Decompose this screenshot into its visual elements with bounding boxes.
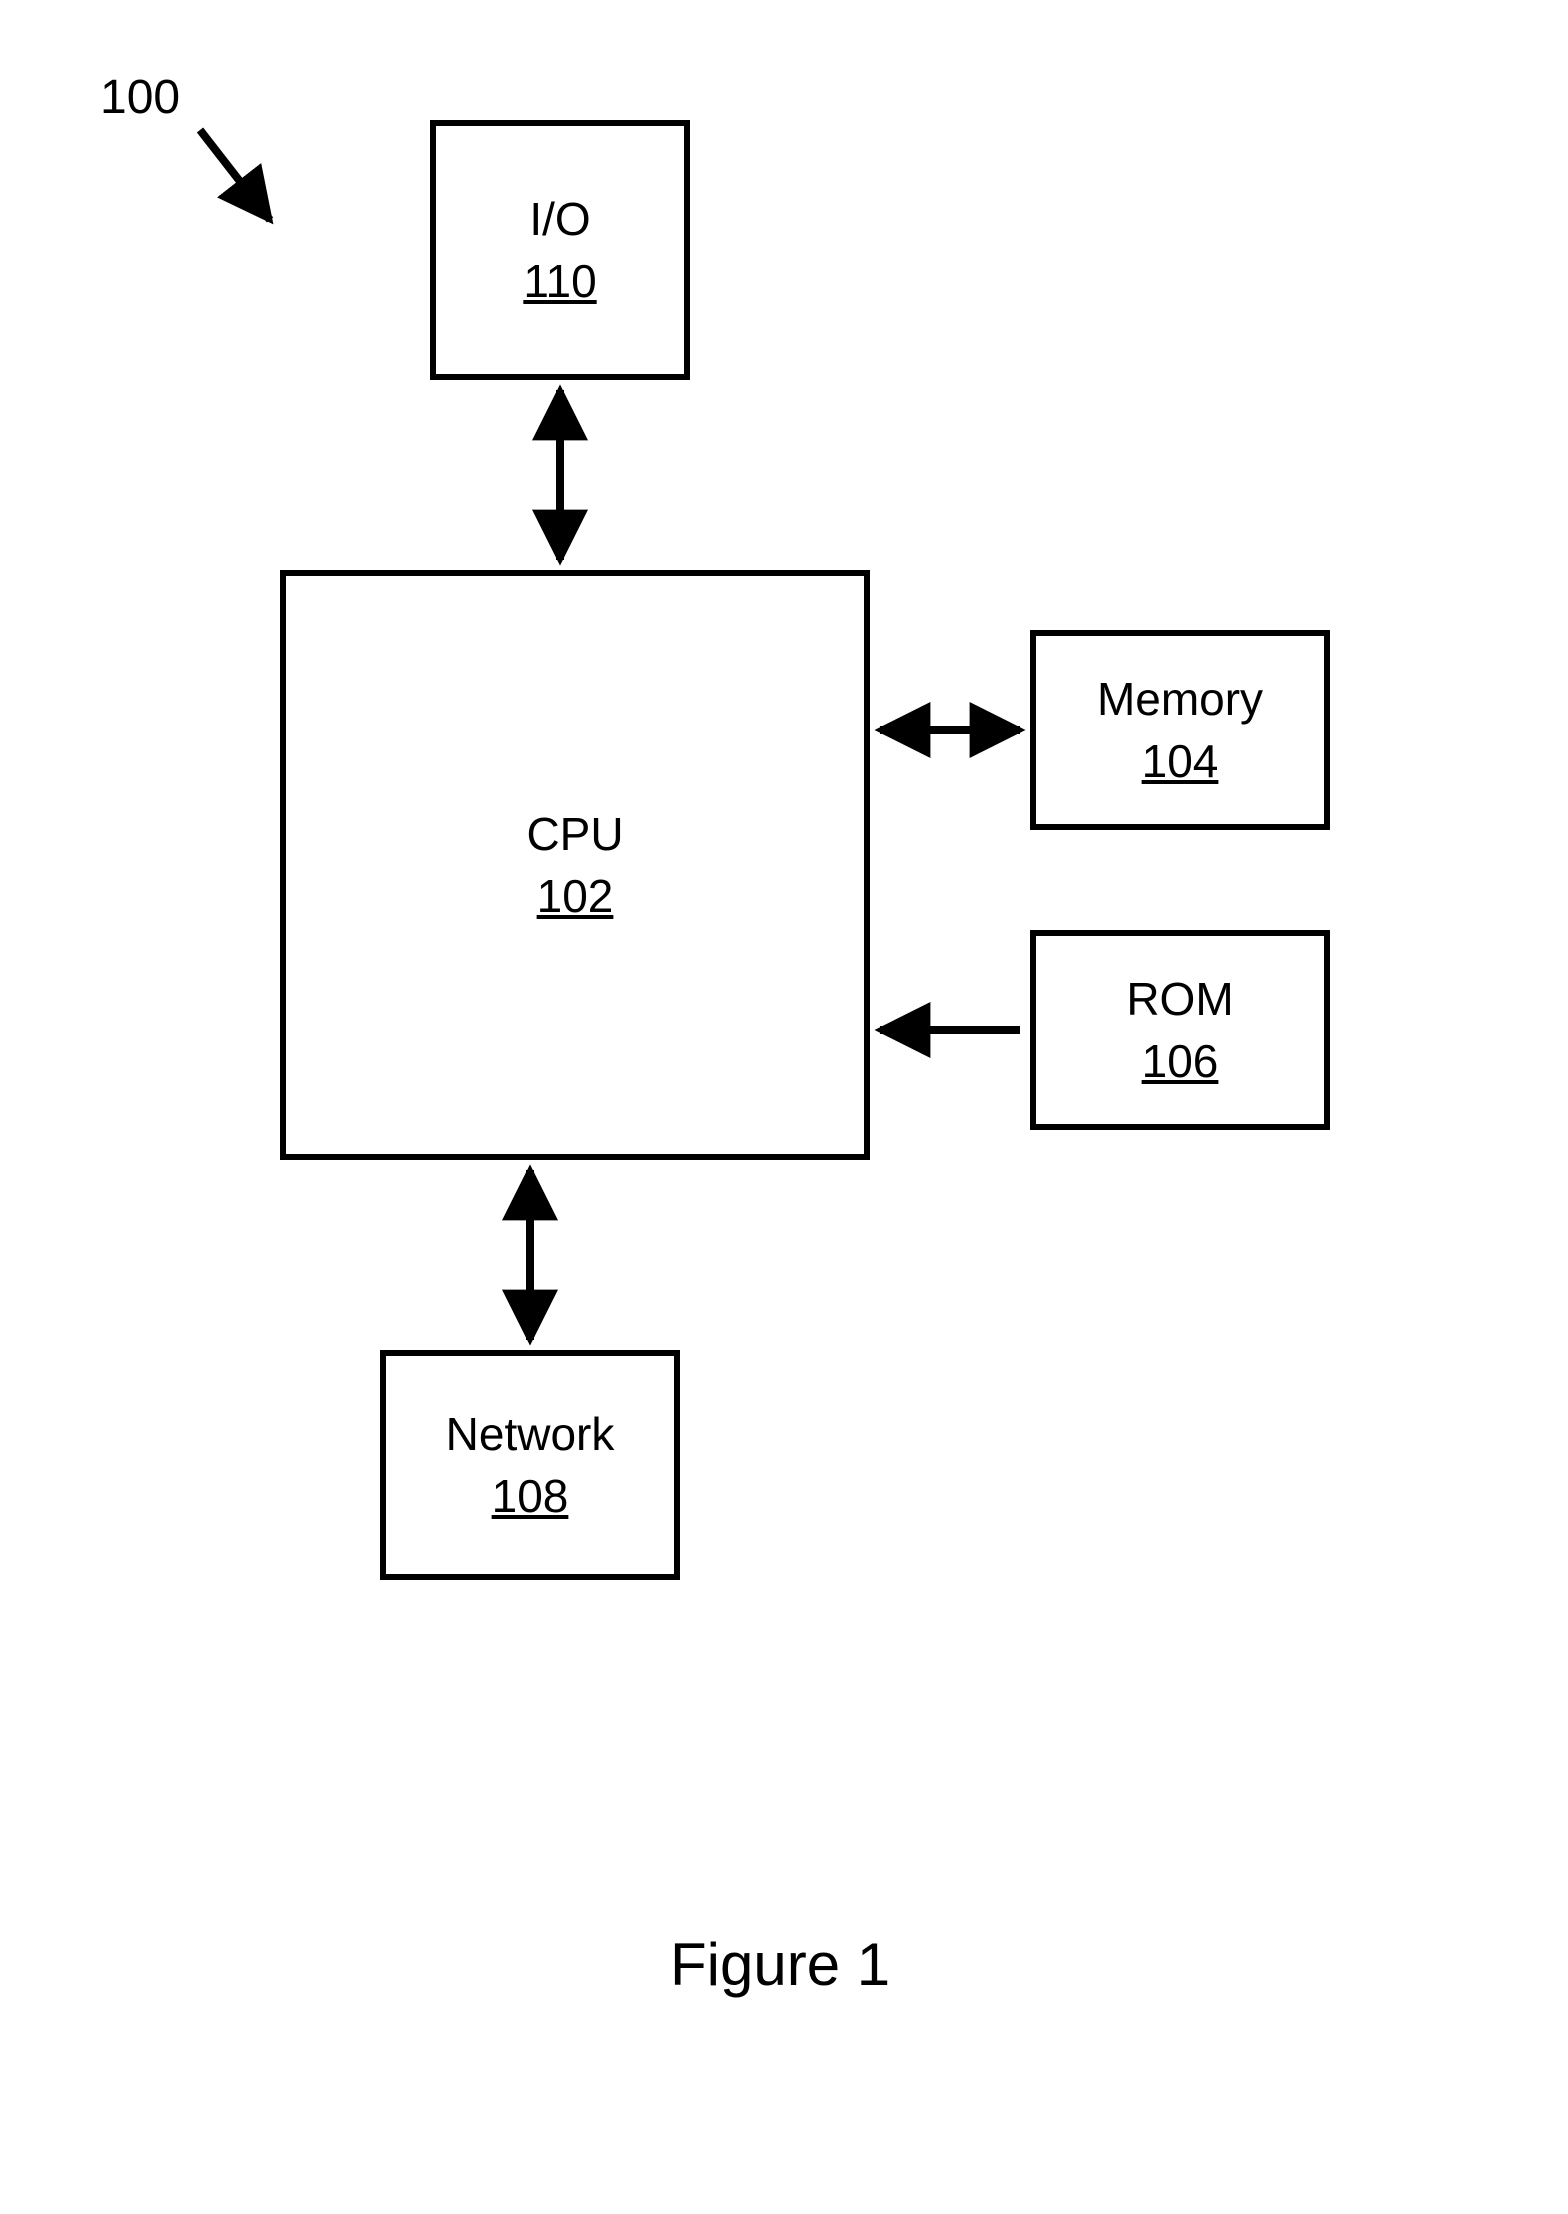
block-network-ref: 108 xyxy=(492,1469,569,1523)
block-cpu-label: CPU xyxy=(526,807,623,862)
block-rom: ROM 106 xyxy=(1030,930,1330,1130)
pointer-100 xyxy=(200,130,270,220)
figure-ref-number: 100 xyxy=(100,70,180,125)
block-io: I/O 110 xyxy=(430,120,690,380)
block-network-label: Network xyxy=(446,1407,615,1462)
figure-caption: Figure 1 xyxy=(670,1930,890,1999)
block-network: Network 108 xyxy=(380,1350,680,1580)
block-rom-label: ROM xyxy=(1126,972,1233,1027)
block-memory-label: Memory xyxy=(1097,672,1263,727)
block-memory-ref: 104 xyxy=(1142,734,1219,788)
block-rom-ref: 106 xyxy=(1142,1034,1219,1088)
block-io-ref: 110 xyxy=(523,254,596,308)
diagram-canvas: 100 I/O 110 CPU 102 Memory 104 ROM 106 N… xyxy=(0,0,1568,2214)
block-io-label: I/O xyxy=(529,192,590,247)
block-cpu: CPU 102 xyxy=(280,570,870,1160)
block-cpu-ref: 102 xyxy=(537,869,614,923)
block-memory: Memory 104 xyxy=(1030,630,1330,830)
